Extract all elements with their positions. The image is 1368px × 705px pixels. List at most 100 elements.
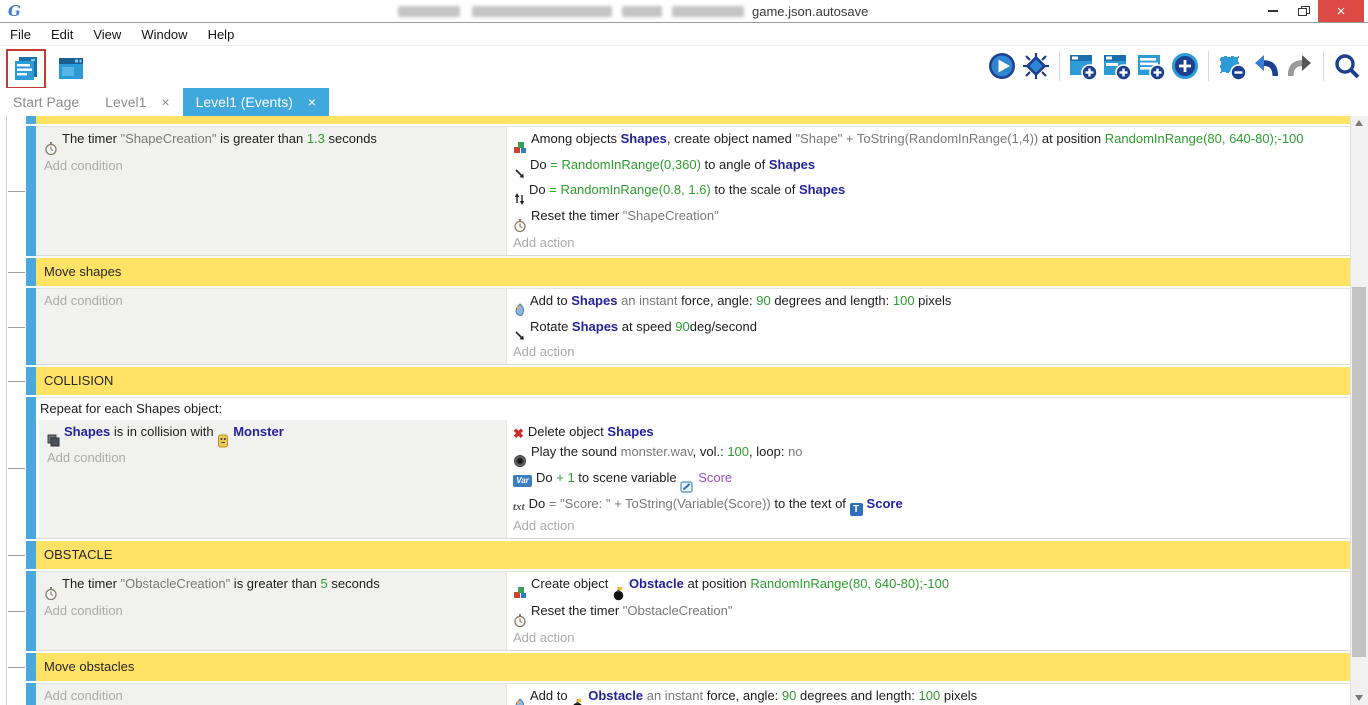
tab-close-icon[interactable]: × bbox=[161, 94, 169, 110]
close-button[interactable]: × bbox=[1318, 0, 1364, 22]
event-block[interactable]: The timer "ShapeCreation" is greater tha… bbox=[36, 126, 1351, 256]
debugger-icon[interactable] bbox=[1019, 49, 1053, 83]
action-row[interactable]: Rotate Shapes at speed 90deg/second bbox=[513, 317, 1343, 342]
scroll-up-icon[interactable] bbox=[1355, 120, 1363, 126]
event-drag-bar[interactable] bbox=[26, 126, 36, 256]
force-icon bbox=[513, 303, 526, 317]
action-row[interactable]: txtDo = "Score: " + ToString(Variable(Sc… bbox=[513, 494, 1343, 516]
comment-block[interactable]: COLLISION bbox=[36, 367, 1351, 395]
preview-play-icon[interactable] bbox=[985, 49, 1019, 83]
text-segment: Create object bbox=[531, 576, 612, 591]
action-row[interactable]: Create object Obstacle at position Rando… bbox=[513, 574, 1343, 601]
add-condition[interactable]: Add condition bbox=[44, 601, 498, 621]
menu-window[interactable]: Window bbox=[131, 25, 197, 44]
text-segment: "ObstacleCreation" bbox=[121, 576, 231, 591]
conditions-column: Add condition bbox=[36, 684, 506, 705]
menu-help[interactable]: Help bbox=[198, 25, 245, 44]
text-segment: = "Score: " + ToString(Variable(Score)) bbox=[549, 496, 771, 511]
comment-block[interactable]: Move obstacles bbox=[36, 653, 1351, 681]
menu-file[interactable]: File bbox=[0, 25, 41, 44]
menu-edit[interactable]: Edit bbox=[41, 25, 83, 44]
event-block[interactable]: Add condition Add to Shapes an instant fo… bbox=[36, 288, 1351, 365]
event-drag-bar[interactable] bbox=[26, 541, 36, 569]
event-drag-bar[interactable] bbox=[26, 258, 36, 286]
scrollbar-thumb[interactable] bbox=[1352, 287, 1366, 657]
text-segment: Score bbox=[698, 470, 732, 485]
actions-column: Add to Shapes an instant force, angle: 9… bbox=[506, 289, 1351, 364]
action-row[interactable]: Do = RandomInRange(0,360) to angle of Sh… bbox=[513, 155, 1343, 180]
comment-block[interactable]: OBSTACLE bbox=[36, 541, 1351, 569]
event-block[interactable]: The timer "ObstacleCreation" is greater … bbox=[36, 571, 1351, 651]
action-row[interactable]: Reset the timer "ObstacleCreation" bbox=[513, 601, 1343, 628]
add-circle-icon[interactable] bbox=[1168, 49, 1202, 83]
undo-icon[interactable] bbox=[1249, 49, 1283, 83]
text-segment: Shapes bbox=[799, 182, 845, 197]
action-row[interactable]: ✖Delete object Shapes bbox=[513, 422, 1343, 442]
comment-block[interactable]: Move shapes bbox=[36, 258, 1351, 286]
condition-row[interactable]: The timer "ObstacleCreation" is greater … bbox=[44, 574, 498, 601]
action-row[interactable]: Among objects Shapes, create object name… bbox=[513, 129, 1343, 155]
scene-editor-icon[interactable] bbox=[54, 52, 88, 86]
add-condition[interactable]: Add condition bbox=[44, 156, 498, 176]
action-row[interactable]: Add to Obstacle an instant force, angle:… bbox=[513, 686, 1343, 705]
minimize-button[interactable] bbox=[1258, 0, 1288, 22]
text-segment: 1.3 bbox=[307, 131, 325, 146]
tab-level1-events[interactable]: Level1 (Events) × bbox=[183, 88, 329, 116]
event-drag-bar[interactable] bbox=[26, 288, 36, 365]
add-condition[interactable]: Add condition bbox=[44, 291, 498, 311]
event-drag-bar[interactable] bbox=[26, 397, 36, 539]
tab-level1[interactable]: Level1 × bbox=[92, 88, 182, 116]
event-drag-bar[interactable] bbox=[26, 683, 36, 705]
add-condition[interactable]: Add condition bbox=[44, 686, 498, 705]
add-condition[interactable]: Add condition bbox=[47, 448, 498, 468]
event-tick bbox=[8, 191, 25, 192]
add-event-icon[interactable] bbox=[1066, 49, 1100, 83]
title-bar: G game.json.autosave × bbox=[0, 0, 1368, 23]
create-object-icon bbox=[513, 141, 527, 155]
add-subevent-icon[interactable] bbox=[1100, 49, 1134, 83]
event-drag-bar[interactable] bbox=[26, 571, 36, 651]
tab-close-icon[interactable]: × bbox=[308, 94, 316, 110]
text-segment: = RandomInRange(0.8, 1.6) bbox=[549, 182, 711, 197]
vertical-scrollbar[interactable] bbox=[1350, 116, 1368, 705]
text-segment: an instant bbox=[643, 688, 703, 703]
add-action[interactable]: Add action bbox=[513, 233, 1343, 253]
tab-start-page[interactable]: Start Page bbox=[0, 88, 92, 116]
restore-button[interactable] bbox=[1288, 0, 1318, 22]
action-row[interactable]: Reset the timer "ShapeCreation" bbox=[513, 206, 1343, 233]
events-sheet-icon[interactable] bbox=[9, 52, 43, 86]
menu-view[interactable]: View bbox=[83, 25, 131, 44]
scroll-down-icon[interactable] bbox=[1355, 695, 1363, 701]
condition-row[interactable]: Shapes is in collision with Monster bbox=[47, 422, 498, 448]
redacted-title-segment bbox=[472, 6, 612, 17]
text-segment: Shapes bbox=[607, 424, 653, 439]
add-action[interactable]: Add action bbox=[513, 516, 1343, 536]
event-gutter bbox=[0, 288, 26, 365]
search-icon[interactable] bbox=[1330, 49, 1364, 83]
event-block[interactable]: Add condition Add to Obstacle an instant … bbox=[36, 683, 1351, 705]
redo-icon[interactable] bbox=[1283, 49, 1317, 83]
event-drag-bar[interactable] bbox=[26, 367, 36, 395]
action-row[interactable]: Add to Shapes an instant force, angle: 9… bbox=[513, 291, 1343, 317]
action-row[interactable]: VarDo + 1 to scene variable Score bbox=[513, 468, 1343, 494]
event-row-container: OBSTACLE bbox=[0, 541, 1351, 569]
text-segment: 90 bbox=[756, 293, 770, 308]
action-row[interactable]: Do = RandomInRange(0.8, 1.6) to the scal… bbox=[513, 180, 1343, 206]
rotate-icon bbox=[513, 329, 526, 342]
txt-icon: txt bbox=[513, 501, 525, 514]
condition-row[interactable]: The timer "ShapeCreation" is greater tha… bbox=[44, 129, 498, 156]
remove-event-icon[interactable] bbox=[1215, 49, 1249, 83]
comment-block-partial[interactable] bbox=[36, 116, 1351, 124]
event-drag-bar[interactable] bbox=[26, 116, 36, 124]
add-action[interactable]: Add action bbox=[513, 628, 1343, 648]
event-drag-bar[interactable] bbox=[26, 653, 36, 681]
event-gutter bbox=[0, 653, 26, 681]
add-comment-icon[interactable] bbox=[1134, 49, 1168, 83]
add-action[interactable]: Add action bbox=[513, 342, 1343, 362]
tab-strip: Start Page Level1 × Level1 (Events) × bbox=[0, 88, 1368, 116]
action-row[interactable]: Play the sound monster.wav, vol.: 100, l… bbox=[513, 442, 1343, 468]
foreach-event-block[interactable]: Repeat for each Shapes object:Shapes is … bbox=[36, 397, 1351, 539]
text-segment: Rotate bbox=[530, 319, 572, 334]
foreach-header[interactable]: Repeat for each Shapes object: bbox=[36, 398, 1351, 420]
app-logo-icon: G bbox=[8, 2, 21, 20]
